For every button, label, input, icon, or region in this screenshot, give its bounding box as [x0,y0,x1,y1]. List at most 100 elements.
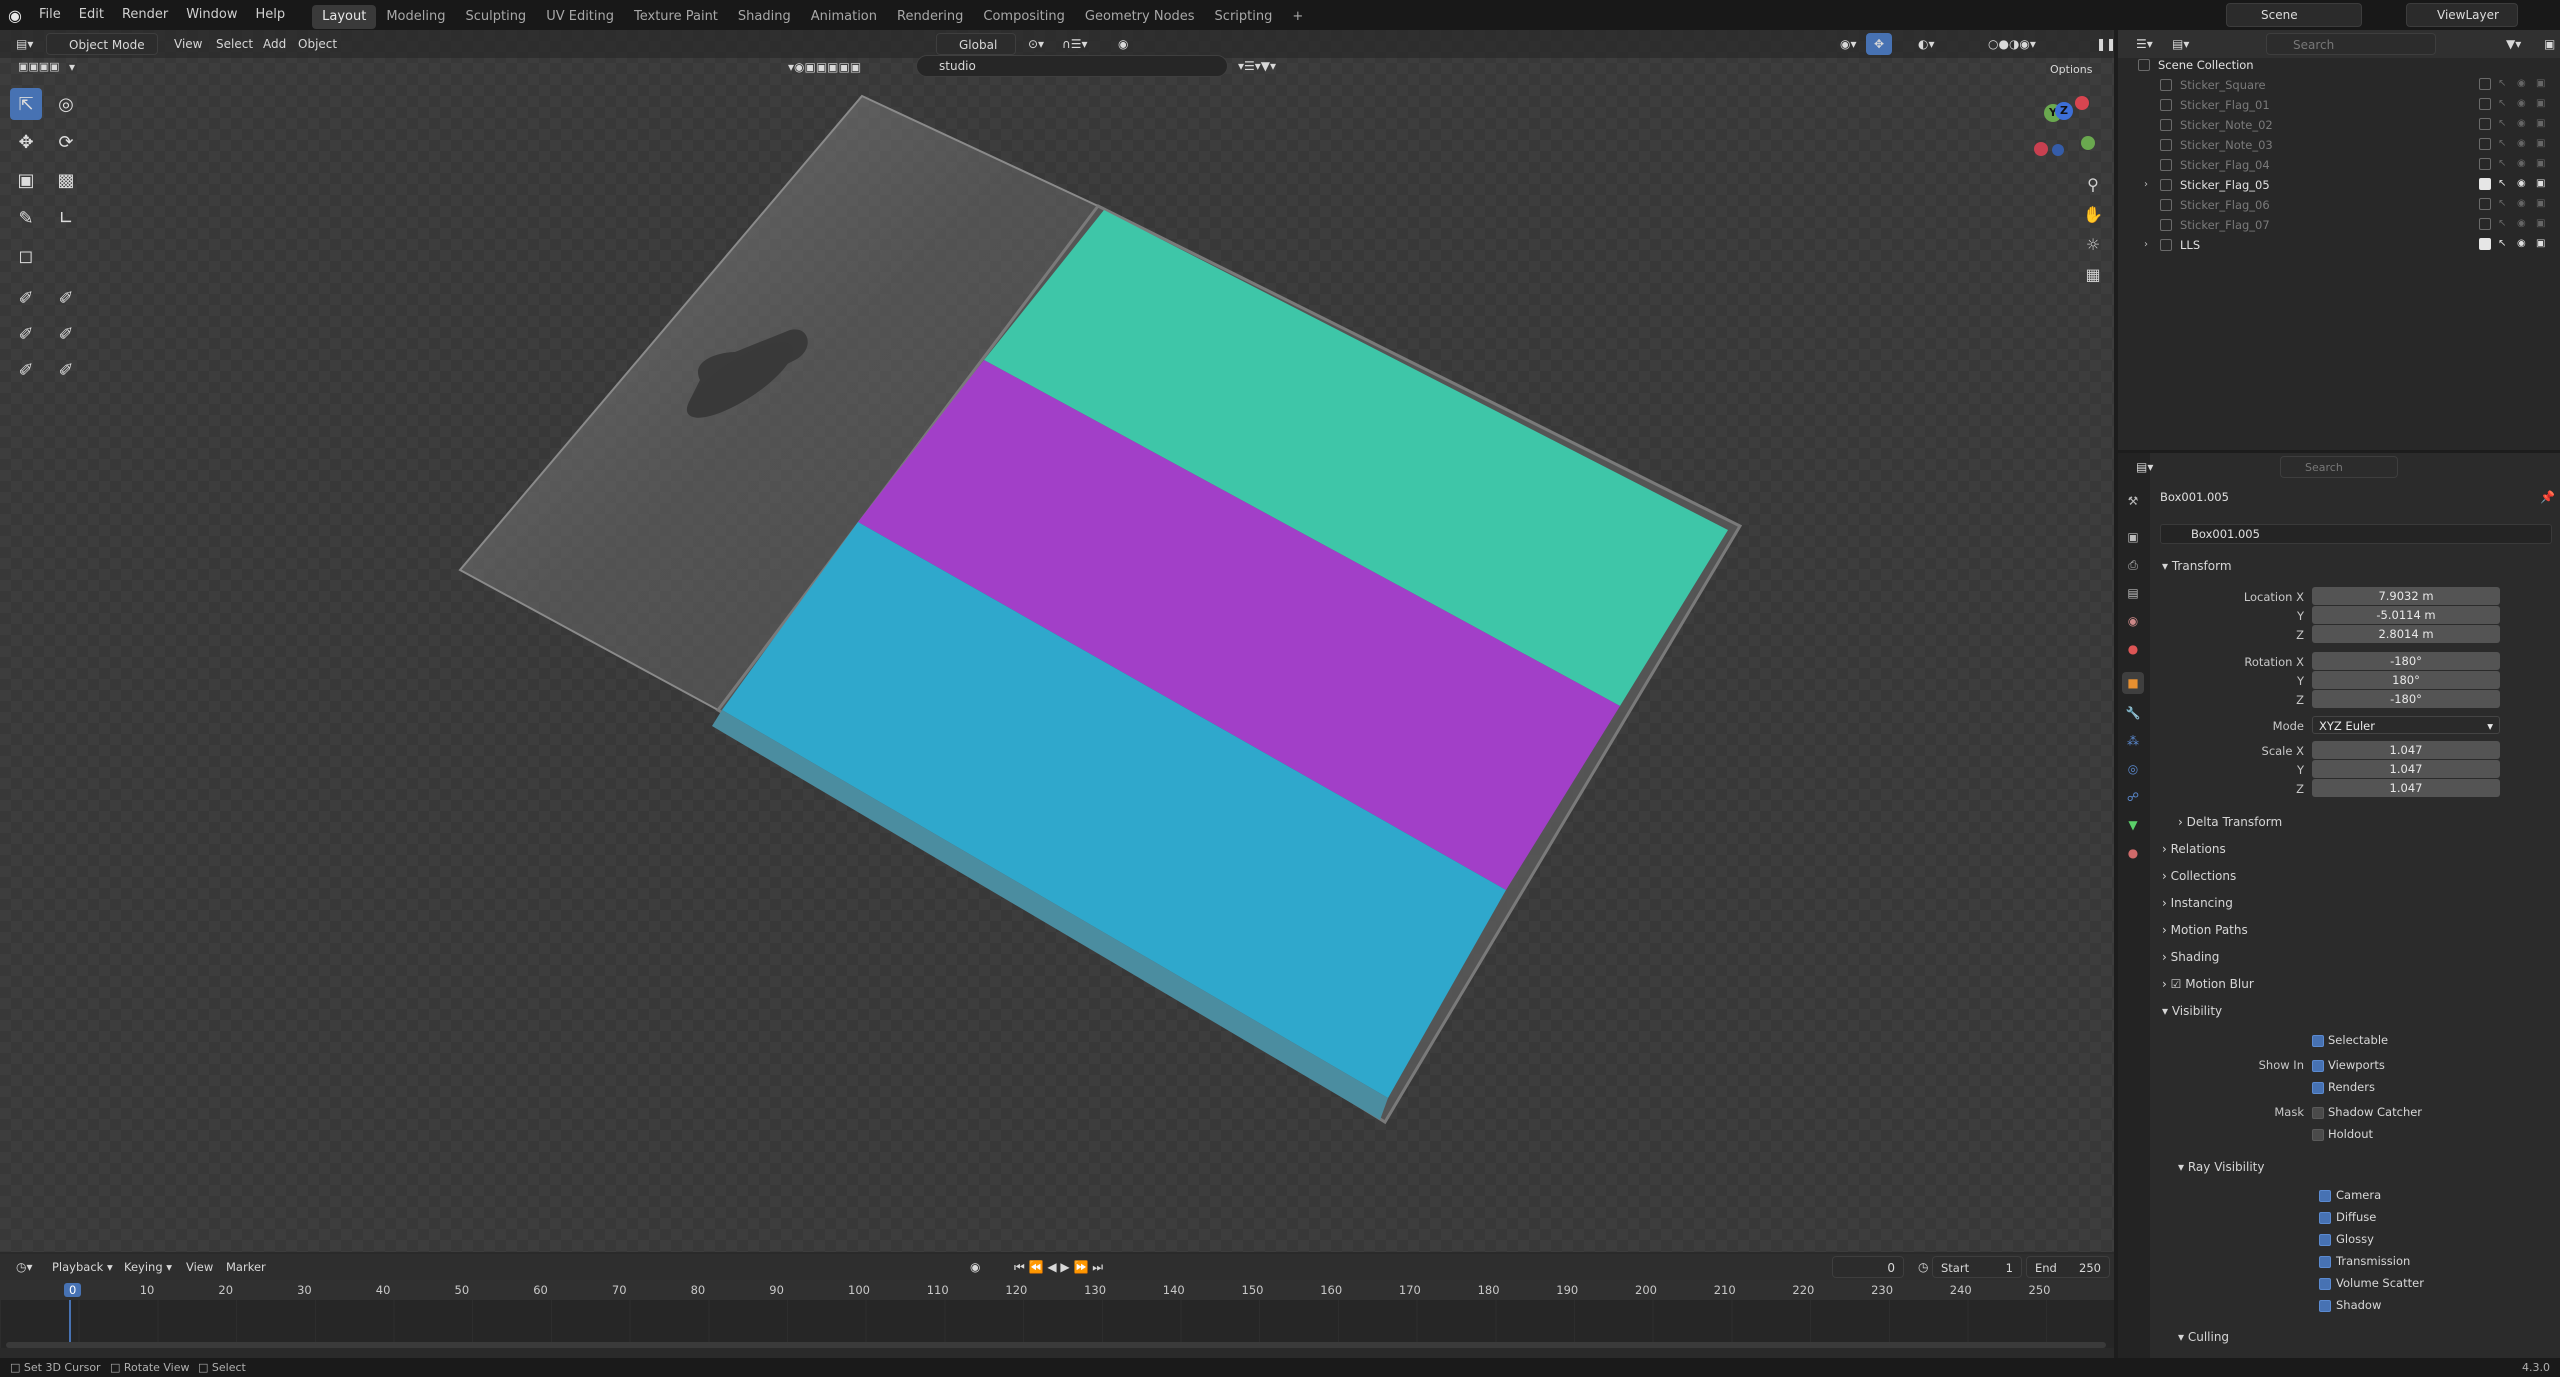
transform-tool[interactable]: ▩ [50,164,82,196]
shadow-ray-checkbox[interactable] [2319,1300,2331,1312]
scale-y-field[interactable]: 1.047 [2312,760,2500,778]
tab-shading[interactable]: Shading [728,5,801,29]
scale-z-field[interactable]: 1.047 [2312,779,2500,797]
gizmo-z-axis[interactable]: Z [2055,102,2073,120]
eye-icon[interactable]: ◉ [2517,198,2529,210]
cursor-tool[interactable]: ◎ [50,88,82,120]
select-box-tool[interactable]: ⇱ [10,88,42,120]
eye-icon[interactable]: ◉ [2517,158,2529,170]
menu-add[interactable]: Add [255,33,294,55]
menu-view[interactable]: View [166,33,210,55]
scale-tool[interactable]: ▣ [10,164,42,196]
filter-icons[interactable]: ▾☰▾▼▾ [1230,55,1284,77]
tab-texture-paint[interactable]: Texture Paint [624,5,728,29]
playback-menu[interactable]: Playback ▾ [44,1256,121,1278]
relations-header[interactable]: › Relations [2150,836,2556,862]
rotation-x-field[interactable]: -180° [2312,652,2500,670]
pivot-icon[interactable]: ⊙▾ [1020,33,1052,55]
select-arrow-icon[interactable]: ↖ [2498,178,2510,190]
visibility-icon[interactable]: ◉▾ [1832,33,1865,55]
particles-tab-icon[interactable]: ⁂ [2122,730,2144,752]
blender-logo-icon[interactable]: ◉ [0,0,30,30]
menu-help[interactable]: Help [247,0,295,30]
object-tab-icon[interactable]: ■ [2122,672,2144,694]
measure-tool[interactable]: ∟ [50,202,82,234]
new-collection-icon[interactable]: ▣ [2536,33,2560,55]
eye-icon[interactable]: ◉ [2517,218,2529,230]
tab-geometry-nodes[interactable]: Geometry Nodes [1075,5,1205,29]
instancing-header[interactable]: › Instancing [2150,890,2556,916]
eye-icon[interactable]: ◉ [2517,98,2529,110]
snap-icon[interactable]: ∩☰▾ [1054,33,1096,55]
collections-header[interactable]: › Collections [2150,863,2556,889]
menu-edit[interactable]: Edit [70,0,113,30]
gizmo-neg-y[interactable] [2081,136,2095,150]
include-checkbox[interactable] [2479,118,2491,130]
timeline-editor-type-icon[interactable]: ◷▾ [8,1256,41,1278]
selectable-checkbox[interactable] [2312,1035,2324,1047]
holdout-checkbox[interactable] [2312,1129,2324,1141]
culling-header[interactable]: ▾ Culling [2166,1324,2560,1350]
outliner-search-input[interactable]: Search [2266,33,2436,55]
viewports-checkbox[interactable] [2312,1060,2324,1072]
world-tab-icon[interactable]: ● [2122,638,2144,660]
pin-icon[interactable]: 📌 [2540,490,2555,504]
orientation-dropdown[interactable]: Global [936,33,1016,55]
output-tab-icon[interactable]: ⎙ [2122,554,2144,576]
render-camera-icon[interactable]: ▣ [2536,178,2548,190]
include-checkbox[interactable] [2479,98,2491,110]
glossy-ray-checkbox[interactable] [2319,1234,2331,1246]
select-arrow-icon[interactable]: ↖ [2498,218,2510,230]
overlay-icon[interactable]: ◐▾ [1910,33,1943,55]
select-arrow-icon[interactable]: ↖ [2498,98,2510,110]
tab-sculpting[interactable]: Sculpting [455,5,536,29]
3d-viewport[interactable]: ⇱ ◎ ✥ ⟳ ▣ ▩ ✎ ∟ ◻ ✐ ✐ ✐ ✐ ✐ ✐ Y Z ⚲ ✋ ☼ … [0,30,2114,1252]
shading-header[interactable]: › Shading [2150,944,2556,970]
playhead-line[interactable] [69,1300,71,1348]
data-tab-icon[interactable]: ▼ [2122,814,2144,836]
include-checkbox[interactable] [2479,138,2491,150]
hdri-search-input[interactable]: studio [916,55,1228,77]
tab-compositing[interactable]: Compositing [973,5,1075,29]
proportional-edit-icon[interactable]: ◉ [1110,33,1136,55]
menu-select[interactable]: Select [208,33,261,55]
move-tool[interactable]: ✥ [10,126,42,158]
pan-hand-icon[interactable]: ✋ [2080,202,2106,228]
include-checkbox[interactable] [2479,158,2491,170]
select-arrow-icon[interactable]: ↖ [2498,158,2510,170]
world-shading-icons[interactable]: ▾◉▣▣▣▣▣ [780,56,869,78]
brush-tool-4[interactable]: ✐ [50,318,82,350]
constraints-tab-icon[interactable]: ☍ [2122,786,2144,808]
eye-icon[interactable]: ◉ [2517,178,2529,190]
expand-chevron-icon[interactable]: › [2144,235,2148,255]
expand-chevron-icon[interactable]: › [2144,175,2148,195]
end-frame-field[interactable]: End 250 [2026,1256,2110,1278]
scale-x-field[interactable]: 1.047 [2312,741,2500,759]
marker-menu[interactable]: Marker [218,1256,274,1278]
ray-visibility-header[interactable]: ▾ Ray Visibility [2166,1154,2560,1180]
brush-tool-5[interactable]: ✐ [10,354,42,386]
menu-render[interactable]: Render [113,0,177,30]
material-tab-icon[interactable]: ● [2122,842,2144,864]
shading-modes-icon[interactable]: ○●◑◉▾ [1980,33,2044,55]
eye-icon[interactable]: ◉ [2517,138,2529,150]
render-camera-icon[interactable]: ▣ [2536,138,2548,150]
object-datablock-field[interactable]: Box001.005 [2160,524,2552,544]
playback-controls-icons[interactable]: ⏮ ⏪ ◀ ▶ ⏩ ⏭ [1006,1256,1111,1278]
outliner-item[interactable]: Sticker_Flag_06 ↖ ◉ ▣ [2118,195,2560,215]
render-camera-icon[interactable]: ▣ [2536,238,2548,250]
tab-uv-editing[interactable]: UV Editing [536,5,624,29]
rotation-y-field[interactable]: 180° [2312,671,2500,689]
transmission-ray-checkbox[interactable] [2319,1256,2331,1268]
timeline-view-menu[interactable]: View [178,1256,221,1278]
outliner-item[interactable]: Sticker_Flag_01 ↖ ◉ ▣ [2118,95,2560,115]
eye-icon[interactable]: ◉ [2517,238,2529,250]
outliner-item[interactable]: Sticker_Flag_07 ↖ ◉ ▣ [2118,215,2560,235]
start-frame-field[interactable]: Start 1 [1932,1256,2022,1278]
eye-icon[interactable]: ◉ [2517,78,2529,90]
location-x-field[interactable]: 7.9032 m [2312,587,2500,605]
props-search-input[interactable]: Search [2280,456,2398,478]
location-z-field[interactable]: 2.8014 m [2312,625,2500,643]
tab-scripting[interactable]: Scripting [1205,5,1283,29]
motion-blur-header[interactable]: › ☑ Motion Blur [2150,971,2556,997]
